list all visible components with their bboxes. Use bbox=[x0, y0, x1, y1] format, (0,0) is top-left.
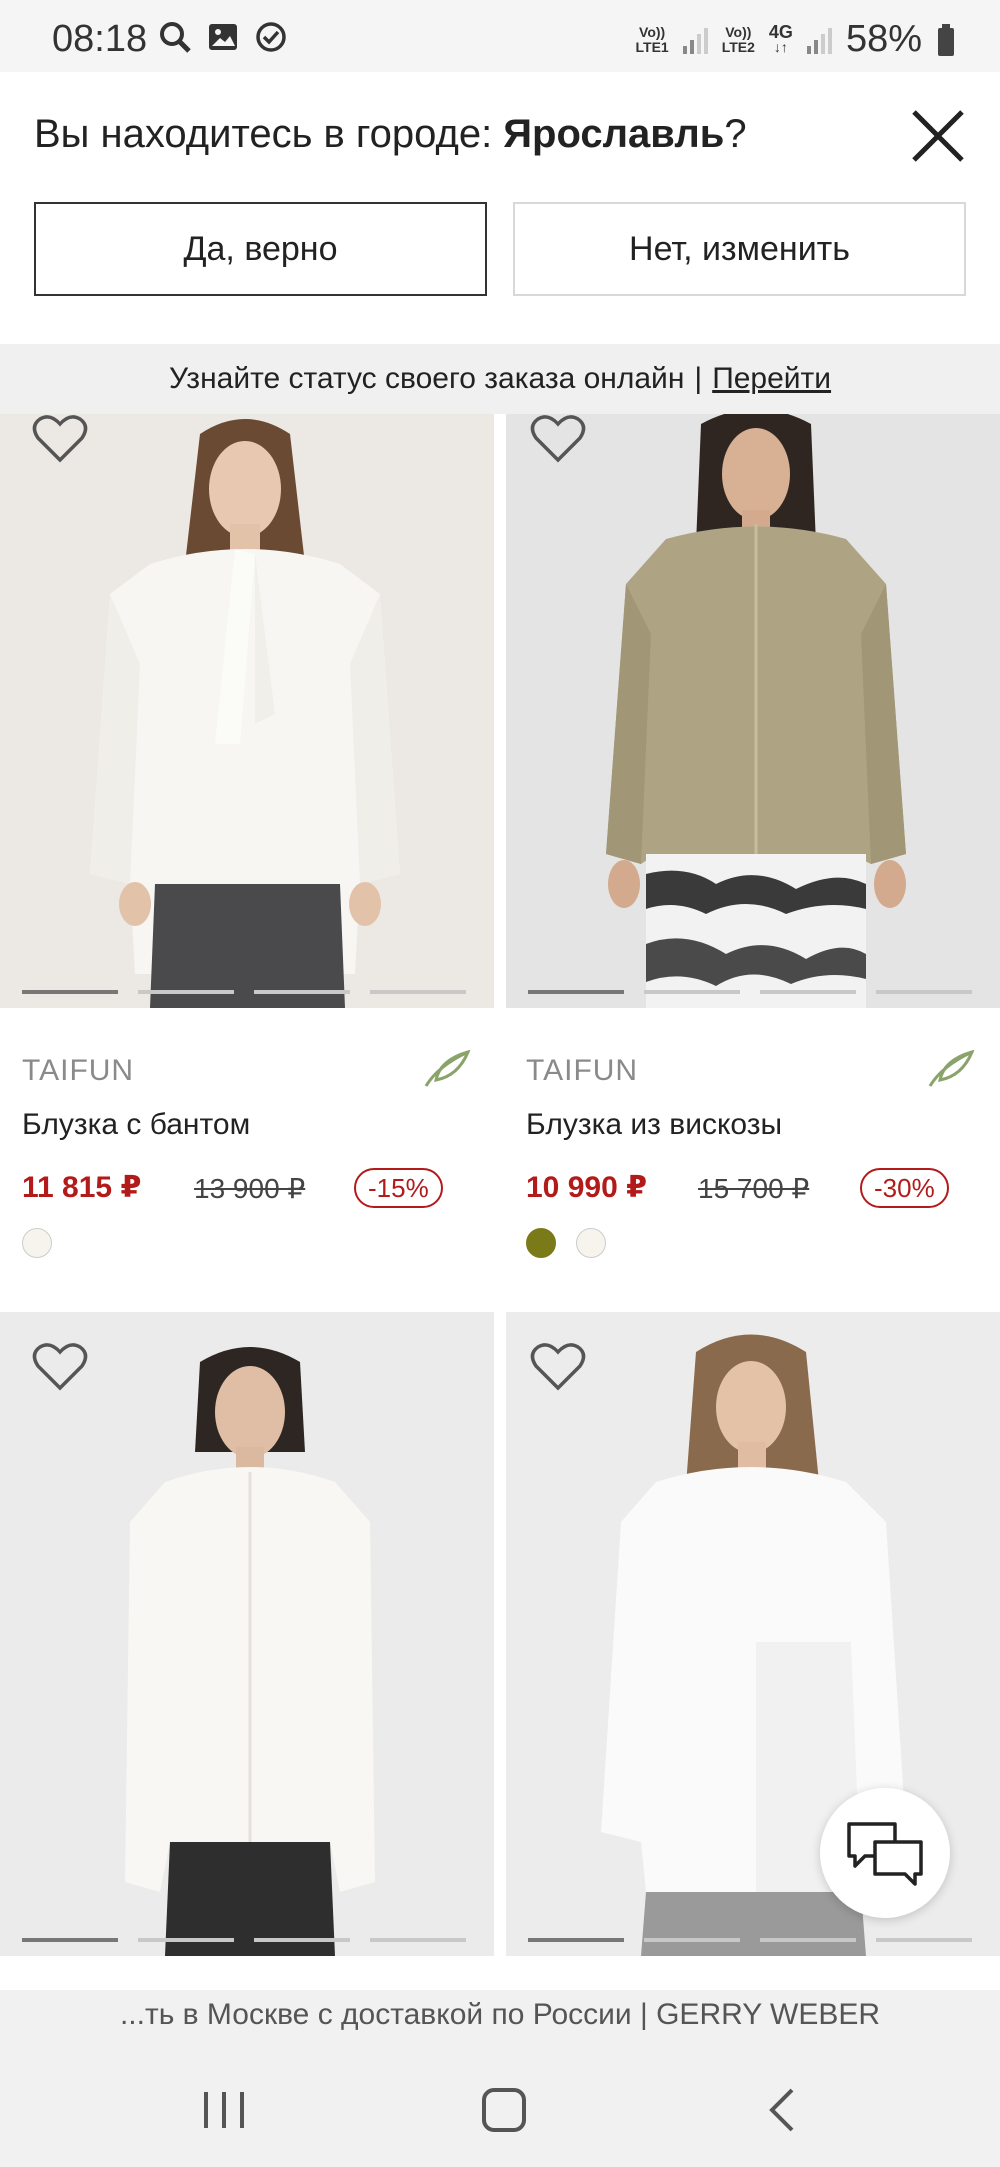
confirm-city-button[interactable]: Да, верно bbox=[34, 202, 487, 296]
system-nav-bar bbox=[0, 2040, 1000, 2167]
product-price: 11 815 ₽ bbox=[22, 1171, 142, 1204]
heart-icon[interactable] bbox=[530, 1342, 586, 1392]
product-old-price: 13 900 ₽ bbox=[194, 1173, 306, 1204]
image-carousel-dots[interactable] bbox=[528, 1938, 972, 1942]
product-price: 10 990 ₽ bbox=[526, 1171, 647, 1204]
chat-button[interactable] bbox=[820, 1788, 950, 1918]
color-swatch[interactable] bbox=[576, 1228, 606, 1258]
chat-icon bbox=[847, 1822, 923, 1886]
network-lte2: Vo)) LTE2 bbox=[721, 23, 755, 55]
status-time: 08:18 bbox=[52, 18, 148, 60]
discount-badge: -30% bbox=[860, 1168, 949, 1208]
product-card[interactable]: TAIFUN Блузка с бантом 11 815 ₽ 13 900 ₽… bbox=[0, 414, 494, 1294]
discount-badge: -15% bbox=[354, 1168, 443, 1208]
signal-icon-2 bbox=[806, 26, 832, 54]
product-old-price: 15 700 ₽ bbox=[698, 1173, 810, 1204]
network-lte1: Vo)) LTE1 bbox=[635, 23, 669, 55]
leaf-icon bbox=[424, 1049, 471, 1087]
product-name[interactable]: Блузка из вискозы bbox=[526, 1108, 782, 1142]
color-swatch[interactable] bbox=[526, 1228, 556, 1258]
heart-icon[interactable] bbox=[530, 414, 586, 464]
product-brand: TAIFUN bbox=[526, 1054, 639, 1087]
product-image[interactable] bbox=[506, 414, 1000, 1008]
product-card[interactable]: TAIFUN Блузка из вискозы 10 990 ₽ 15 700… bbox=[506, 414, 1000, 1294]
color-swatch[interactable] bbox=[22, 1228, 52, 1258]
status-right: Vo)) LTE1 Vo)) LTE2 4G ↓↑ 58% bbox=[636, 18, 956, 61]
city-name: Ярославль bbox=[503, 112, 725, 156]
change-city-button[interactable]: Нет, изменить bbox=[513, 202, 966, 296]
leaf-icon bbox=[928, 1049, 975, 1087]
city-prompt: Вы находитесь в городе: Ярославль? Да, в… bbox=[0, 72, 1000, 344]
product-name[interactable]: Блузка с бантом bbox=[22, 1108, 250, 1142]
back-icon[interactable] bbox=[754, 2080, 814, 2140]
battery-percent: 58% bbox=[845, 18, 922, 60]
image-carousel-dots[interactable] bbox=[22, 990, 466, 994]
image-carousel-dots[interactable] bbox=[22, 1938, 466, 1942]
battery-icon bbox=[938, 23, 954, 56]
check-circle-icon bbox=[256, 22, 286, 52]
status-icons bbox=[158, 20, 288, 54]
home-icon[interactable] bbox=[474, 2080, 534, 2140]
heart-icon[interactable] bbox=[32, 414, 88, 464]
product-card[interactable] bbox=[0, 1312, 494, 1956]
city-question-prefix: Вы находитесь в городе: bbox=[34, 112, 504, 156]
image-carousel-dots[interactable] bbox=[528, 990, 972, 994]
order-status-text: Узнайте статус своего заказа онлайн bbox=[168, 362, 685, 395]
signal-icon bbox=[682, 26, 708, 54]
product-brand: TAIFUN bbox=[22, 1054, 135, 1087]
close-icon[interactable] bbox=[906, 104, 970, 168]
order-status-link[interactable]: Перейти bbox=[712, 362, 831, 396]
search-icon bbox=[160, 22, 191, 53]
image-icon bbox=[209, 24, 237, 50]
browser-url-bar[interactable]: ...ть в Москве с доставкой по России | G… bbox=[0, 1990, 1000, 2040]
order-status-separator: | bbox=[694, 362, 703, 395]
heart-icon[interactable] bbox=[32, 1342, 88, 1392]
order-status-banner: Узнайте статус своего заказа онлайн | Пе… bbox=[0, 344, 1000, 414]
product-image[interactable] bbox=[0, 414, 494, 1008]
city-question: Вы находитесь в городе: Ярославль? bbox=[34, 112, 747, 157]
network-4g: 4G ↓↑ bbox=[768, 21, 793, 55]
recent-apps-icon[interactable] bbox=[194, 2080, 254, 2140]
product-image[interactable] bbox=[0, 1312, 494, 1956]
status-bar: 08:18 Vo)) LTE1 Vo)) LTE2 4G ↓↑ 58% bbox=[0, 0, 1000, 72]
city-question-suffix: ? bbox=[724, 112, 747, 156]
